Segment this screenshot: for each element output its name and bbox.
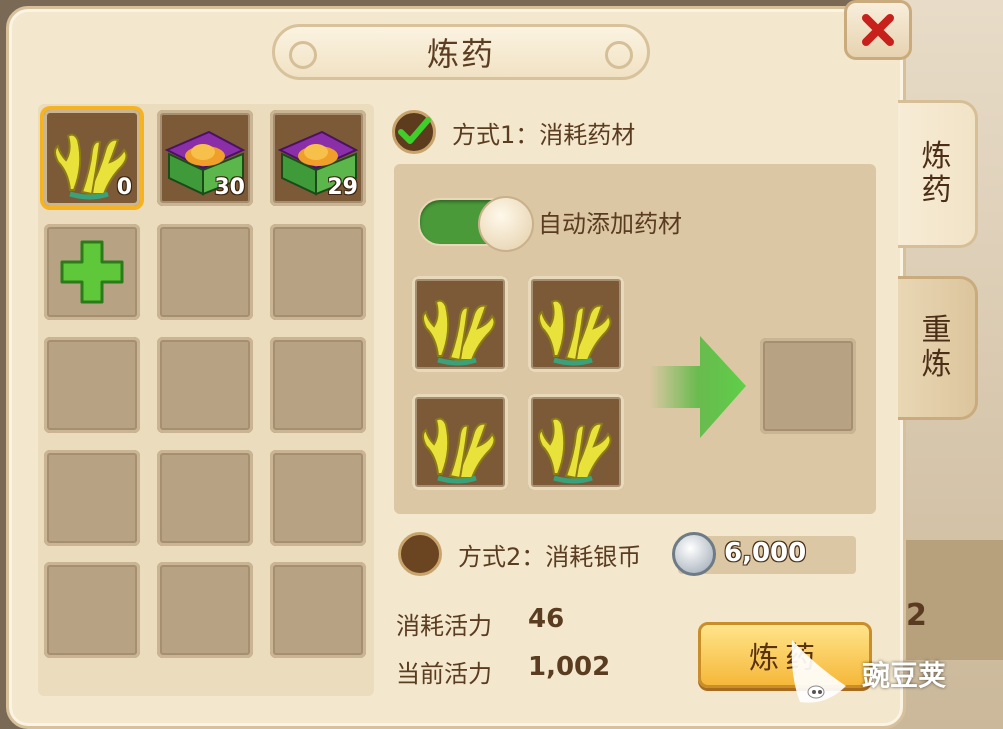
item-count: 0 bbox=[116, 175, 132, 200]
coral-icon bbox=[422, 299, 496, 366]
item-count: 29 bbox=[327, 175, 358, 200]
tab-refine-medicine[interactable]: 炼 药 bbox=[898, 100, 978, 248]
close-button[interactable] bbox=[844, 0, 912, 60]
title-plate: 炼药 bbox=[272, 24, 650, 80]
toggle-knob bbox=[478, 196, 534, 252]
checkmark-icon bbox=[398, 117, 431, 144]
method1-label: 方式1：消耗药材 bbox=[452, 120, 636, 149]
inventory-slot-empty[interactable] bbox=[157, 224, 253, 320]
method2-radio[interactable] bbox=[398, 532, 442, 576]
inventory-slot-empty[interactable] bbox=[157, 337, 253, 433]
auto-add-toggle[interactable] bbox=[418, 196, 534, 252]
method1-radio[interactable] bbox=[392, 110, 436, 154]
tab-re-refine[interactable]: 重 炼 bbox=[898, 276, 978, 420]
inventory-slot-empty[interactable] bbox=[270, 562, 366, 658]
result-slot[interactable] bbox=[760, 338, 856, 434]
watermark-text: 豌豆荚 bbox=[862, 659, 947, 692]
watermark: 豌豆荚 bbox=[786, 636, 946, 712]
method2-option[interactable]: 方式2：消耗银币 bbox=[398, 532, 641, 576]
ingredient-slot[interactable] bbox=[528, 276, 624, 372]
inventory-slot-empty[interactable] bbox=[270, 450, 366, 546]
tab-re-refine-label: 重 炼 bbox=[921, 313, 952, 382]
current-vigor-value: 1,002 bbox=[528, 652, 611, 682]
item-count: 30 bbox=[214, 175, 245, 200]
method1-option[interactable]: 方式1：消耗药材 bbox=[392, 110, 635, 154]
ingredient-slot[interactable] bbox=[412, 276, 508, 372]
silver-cost: 6,000 bbox=[724, 538, 807, 568]
inventory-slot-empty[interactable] bbox=[270, 337, 366, 433]
page-title: 炼药 bbox=[426, 35, 495, 73]
coral-icon bbox=[422, 417, 496, 484]
close-icon bbox=[862, 14, 894, 46]
inventory-slot-empty[interactable] bbox=[44, 450, 140, 546]
tab-refine-medicine-label: 炼 药 bbox=[921, 139, 952, 208]
arrow-right-icon bbox=[650, 336, 746, 438]
inventory-slot-empty[interactable] bbox=[44, 562, 140, 658]
current-vigor-label: 当前活力 bbox=[396, 660, 492, 688]
inventory-slot-empty[interactable] bbox=[157, 562, 253, 658]
inventory-slot-empty[interactable] bbox=[44, 337, 140, 433]
background-number: 2 bbox=[906, 598, 927, 633]
inventory-slot-chest-1[interactable]: 30 bbox=[157, 110, 253, 206]
silver-coin-icon bbox=[672, 532, 716, 576]
consume-vigor-label: 消耗活力 bbox=[396, 612, 492, 640]
coral-icon bbox=[538, 299, 612, 366]
title-ornament-left-icon bbox=[289, 41, 317, 69]
coral-icon bbox=[538, 417, 612, 484]
inventory-slot-chest-2[interactable]: 29 bbox=[270, 110, 366, 206]
inventory-slot-empty[interactable] bbox=[157, 450, 253, 546]
method2-label: 方式2：消耗银币 bbox=[458, 542, 642, 571]
inventory-slot-add[interactable] bbox=[44, 224, 140, 320]
inventory-slot-empty[interactable] bbox=[270, 224, 366, 320]
bean-sprout-logo-icon bbox=[791, 640, 846, 703]
auto-add-label: 自动添加药材 bbox=[538, 210, 682, 238]
consume-vigor-value: 46 bbox=[528, 604, 565, 634]
inventory-slot-coral[interactable]: 0 bbox=[44, 110, 140, 206]
ingredient-slot[interactable] bbox=[528, 394, 624, 490]
title-ornament-right-icon bbox=[605, 41, 633, 69]
add-icon bbox=[60, 240, 124, 304]
ingredient-slot[interactable] bbox=[412, 394, 508, 490]
